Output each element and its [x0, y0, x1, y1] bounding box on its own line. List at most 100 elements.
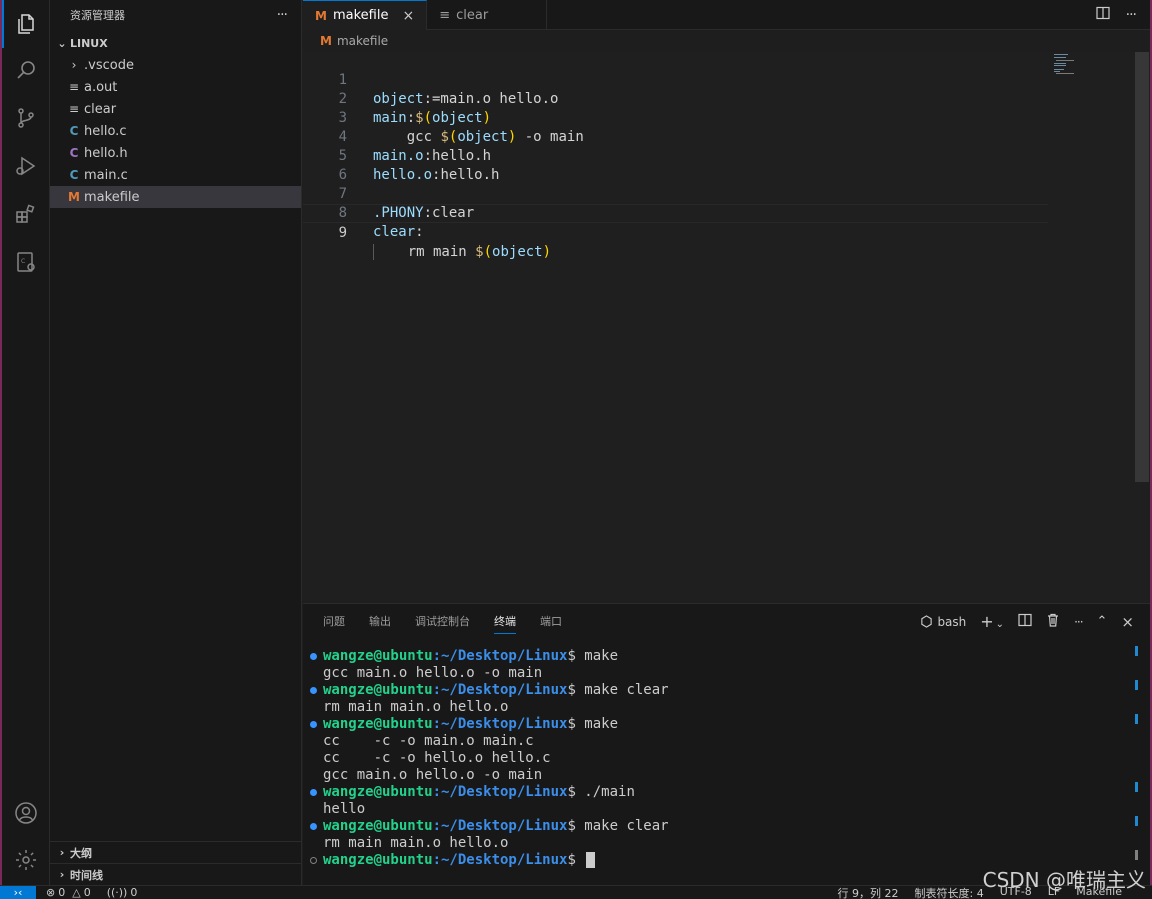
terminal-output-text: cc -c -o hello.o hello.c: [323, 750, 551, 766]
terminal-command: make clear: [575, 682, 669, 698]
tree-item-label: clear: [84, 101, 117, 117]
prompt-user: wangze@ubuntu: [323, 682, 433, 698]
split-editor-icon[interactable]: [1096, 6, 1110, 24]
search-icon[interactable]: [2, 46, 50, 94]
terminal-line: gcc main.o hello.o -o main: [303, 665, 1135, 682]
line-number: 9: [338, 225, 347, 241]
tree-item-clear[interactable]: ≡ clear: [50, 98, 301, 120]
ports-status[interactable]: ((·)) 0: [107, 886, 138, 899]
tree-item-makefile[interactable]: M makefile: [50, 186, 301, 208]
terminal-command: make: [575, 648, 619, 664]
command-decoration-icon[interactable]: [310, 687, 317, 694]
explorer-header: 资源管理器 ···: [50, 0, 301, 30]
ruler-mark: [1135, 646, 1138, 656]
terminal-line: rm main main.o hello.o: [303, 699, 1135, 716]
file-lines-icon: ≡: [439, 7, 451, 23]
prompt-user: wangze@ubuntu: [323, 818, 433, 834]
h-file-icon: C: [69, 146, 79, 160]
new-terminal-plus-icon[interactable]: + ⌄: [980, 612, 1004, 631]
remote-indicator-icon[interactable]: ›‹: [0, 885, 36, 899]
ports-count: 0: [130, 886, 138, 899]
warning-count: 0: [83, 886, 91, 899]
tab-debug-console[interactable]: 调试控制台: [415, 613, 470, 629]
tab-problems[interactable]: 问题: [323, 613, 345, 629]
terminal-output-text: rm main main.o hello.o: [323, 835, 509, 851]
prompt-symbol: $: [567, 818, 576, 834]
status-bar: ›‹ ⊗ 0 △ 0 ((·)) 0 行 9，列 22 制表符长度: 4 UTF…: [0, 885, 1152, 899]
command-decoration-icon[interactable]: [310, 857, 317, 864]
tab-ports[interactable]: 端口: [540, 613, 562, 629]
more-actions-icon[interactable]: ···: [1126, 7, 1137, 23]
folder-section-linux[interactable]: ⌄ LINUX: [50, 32, 301, 54]
tree-item-vscode[interactable]: › .vscode: [50, 54, 301, 76]
prompt-path: :~/Desktop/Linux: [432, 648, 568, 664]
breadcrumb-file[interactable]: makefile: [337, 34, 388, 48]
terminal-output[interactable]: wangze@ubuntu:~/Desktop/Linux$ make gcc m…: [303, 648, 1135, 869]
file-lines-icon: ≡: [68, 102, 80, 116]
chevron-right-icon: ›: [59, 846, 65, 859]
command-decoration-icon[interactable]: [310, 823, 317, 830]
tree-item-label: hello.h: [84, 145, 128, 161]
code-line: 7 .PHONY:clear: [303, 166, 1136, 221]
prompt-user: wangze@ubuntu: [323, 648, 433, 664]
tab-clear[interactable]: ≡ clear: [427, 0, 548, 30]
error-count: 0: [58, 886, 66, 899]
command-decoration-icon[interactable]: [310, 789, 317, 796]
account-icon[interactable]: [2, 789, 50, 837]
split-terminal-icon[interactable]: [1018, 613, 1032, 630]
more-actions-icon[interactable]: ···: [1074, 615, 1084, 629]
prompt-symbol: $: [567, 648, 576, 664]
run-debug-icon[interactable]: [2, 142, 50, 190]
terminal-output-text: gcc main.o hello.o -o main: [323, 767, 543, 783]
timeline-section[interactable]: › 时间线: [50, 863, 302, 885]
scrollbar-thumb[interactable]: [1135, 52, 1149, 482]
prompt-user: wangze@ubuntu: [323, 784, 433, 800]
explorer-icon[interactable]: [2, 0, 50, 48]
outline-label: 大纲: [70, 846, 92, 860]
code-line: 8 clear:: [303, 185, 1136, 240]
trash-icon[interactable]: [1046, 613, 1060, 630]
terminal-command: make clear: [575, 818, 669, 834]
tab-terminal[interactable]: 终端: [494, 613, 516, 634]
editor-scrollbar[interactable]: [1135, 52, 1149, 602]
prompt-user: wangze@ubuntu: [323, 852, 433, 868]
editor-tab-bar: M makefile × ≡ clear ···: [303, 0, 1150, 30]
extensions-icon[interactable]: [2, 190, 50, 238]
settings-gear-icon[interactable]: [2, 836, 50, 884]
remote-explorer-icon[interactable]: C: [2, 238, 50, 286]
command-decoration-icon[interactable]: [310, 653, 317, 660]
ruler-mark: [1135, 714, 1138, 724]
explorer-title: 资源管理器: [70, 9, 125, 22]
tab-makefile[interactable]: M makefile ×: [303, 0, 428, 30]
close-icon[interactable]: ×: [402, 8, 414, 24]
problems-status[interactable]: ⊗ 0 △ 0: [46, 886, 91, 899]
terminal-output-text: hello: [323, 801, 366, 817]
prompt-path: :~/Desktop/Linux: [432, 852, 568, 868]
terminal-overview-ruler: [1135, 646, 1139, 861]
tab-label: makefile: [332, 8, 389, 23]
tree-item-aout[interactable]: ≡ a.out: [50, 76, 301, 98]
terminal-shell-selector[interactable]: bash: [920, 615, 966, 629]
tree-item-hello-h[interactable]: C hello.h: [50, 142, 301, 164]
minimap[interactable]: [1050, 52, 1084, 74]
prompt-symbol: $: [567, 852, 576, 868]
ruler-mark: [1135, 782, 1138, 792]
indentation[interactable]: 制表符长度: 4: [915, 885, 984, 899]
command-decoration-icon[interactable]: [310, 721, 317, 728]
ruler-mark: [1135, 680, 1138, 690]
cursor-position[interactable]: 行 9，列 22: [838, 885, 899, 899]
explorer-more-icon[interactable]: ···: [277, 7, 288, 23]
close-panel-icon[interactable]: ×: [1121, 613, 1134, 631]
maximize-panel-icon[interactable]: ⌃: [1097, 614, 1108, 629]
prompt-path: :~/Desktop/Linux: [432, 818, 568, 834]
outline-section[interactable]: › 大纲: [50, 841, 302, 863]
code-editor[interactable]: 1 object:=main.o hello.o 2 main:$(object…: [303, 52, 1136, 602]
tree-item-label: a.out: [84, 79, 118, 95]
code-text: clear:: [373, 224, 424, 240]
tree-item-main-c[interactable]: C main.c: [50, 164, 301, 186]
source-control-icon[interactable]: [2, 94, 50, 142]
tree-item-hello-c[interactable]: C hello.c: [50, 120, 301, 142]
bottom-panel: 问题 输出 调试控制台 终端 端口 bash + ⌄ ··· ⌃ × wangze…: [303, 603, 1150, 885]
tab-output[interactable]: 输出: [369, 613, 391, 629]
terminal-output-text: gcc main.o hello.o -o main: [323, 665, 543, 681]
